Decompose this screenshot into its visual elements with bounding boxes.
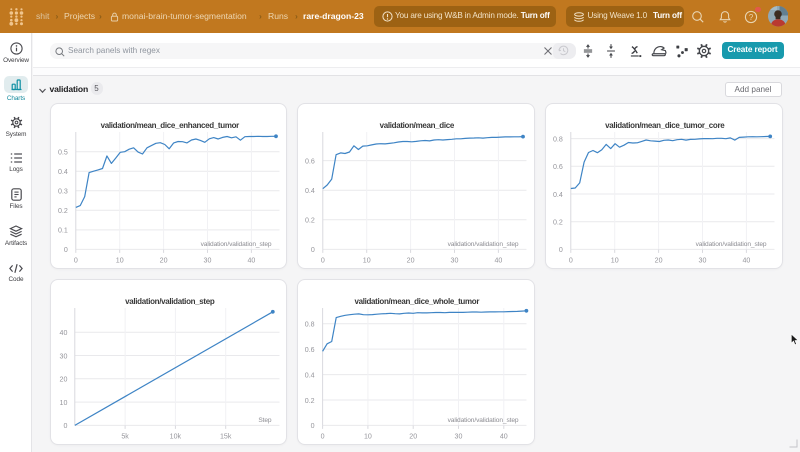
svg-text:validation/validation_step: validation/validation_step <box>448 417 519 424</box>
svg-text:0.2: 0.2 <box>305 397 315 405</box>
svg-text:0.6: 0.6 <box>305 346 315 354</box>
svg-text:validation/mean_dice: validation/mean_dice <box>380 121 455 130</box>
svg-text:0.8: 0.8 <box>553 136 563 144</box>
svg-text:40: 40 <box>500 433 508 441</box>
svg-text:20: 20 <box>655 257 663 265</box>
svg-text:0.4: 0.4 <box>58 168 68 176</box>
svg-text:10: 10 <box>364 433 372 441</box>
svg-text:validation/validation_step: validation/validation_step <box>448 241 519 248</box>
svg-text:40: 40 <box>495 257 503 265</box>
svg-text:0.4: 0.4 <box>305 187 315 195</box>
svg-text:30: 30 <box>455 433 463 441</box>
svg-text:30: 30 <box>203 257 211 265</box>
svg-text:40: 40 <box>59 329 67 337</box>
svg-text:30: 30 <box>699 257 707 265</box>
svg-text:0: 0 <box>321 433 325 441</box>
svg-text:40: 40 <box>742 257 750 265</box>
svg-text:0.4: 0.4 <box>553 191 563 199</box>
svg-text:0: 0 <box>311 422 315 430</box>
svg-text:0: 0 <box>569 257 573 265</box>
svg-text:0.2: 0.2 <box>553 219 563 227</box>
svg-text:validation/mean_dice_enhanced_: validation/mean_dice_enhanced_tumor <box>100 121 239 130</box>
svg-text:5k: 5k <box>121 433 129 441</box>
svg-text:10: 10 <box>611 257 619 265</box>
svg-text:0.4: 0.4 <box>305 372 315 380</box>
svg-text:validation/mean_dice_whole_tum: validation/mean_dice_whole_tumor <box>355 297 480 306</box>
svg-text:0.2: 0.2 <box>58 207 68 215</box>
svg-text:0.6: 0.6 <box>553 163 563 171</box>
svg-text:0.6: 0.6 <box>305 158 315 166</box>
svg-text:30: 30 <box>59 352 67 360</box>
svg-text:0.2: 0.2 <box>305 217 315 225</box>
svg-text:10: 10 <box>115 257 123 265</box>
svg-text:0: 0 <box>63 247 67 255</box>
svg-text:20: 20 <box>159 257 167 265</box>
svg-text:0.5: 0.5 <box>58 149 68 157</box>
svg-text:validation/mean_dice_tumor_cor: validation/mean_dice_tumor_core <box>605 121 725 130</box>
svg-text:15k: 15k <box>220 433 232 441</box>
svg-text:20: 20 <box>407 257 415 265</box>
svg-text:validation/validation_step: validation/validation_step <box>125 297 215 306</box>
svg-text:0: 0 <box>559 247 563 255</box>
svg-text:0: 0 <box>73 257 77 265</box>
svg-text:30: 30 <box>451 257 459 265</box>
svg-text:0: 0 <box>321 257 325 265</box>
svg-text:0: 0 <box>63 422 67 430</box>
svg-text:10: 10 <box>363 257 371 265</box>
svg-text:validation/validation_step: validation/validation_step <box>696 241 767 248</box>
svg-text:0.3: 0.3 <box>58 188 68 196</box>
svg-text:Step: Step <box>258 417 272 424</box>
svg-text:40: 40 <box>247 257 255 265</box>
svg-text:20: 20 <box>59 376 67 384</box>
svg-text:0.8: 0.8 <box>305 321 315 329</box>
svg-text:10: 10 <box>59 399 67 407</box>
svg-text:validation/validation_step: validation/validation_step <box>200 241 271 248</box>
svg-text:0: 0 <box>311 247 315 255</box>
svg-text:20: 20 <box>409 433 417 441</box>
svg-text:10k: 10k <box>169 433 181 441</box>
svg-text:0.1: 0.1 <box>58 227 68 235</box>
svg-text:?: ? <box>748 12 753 21</box>
